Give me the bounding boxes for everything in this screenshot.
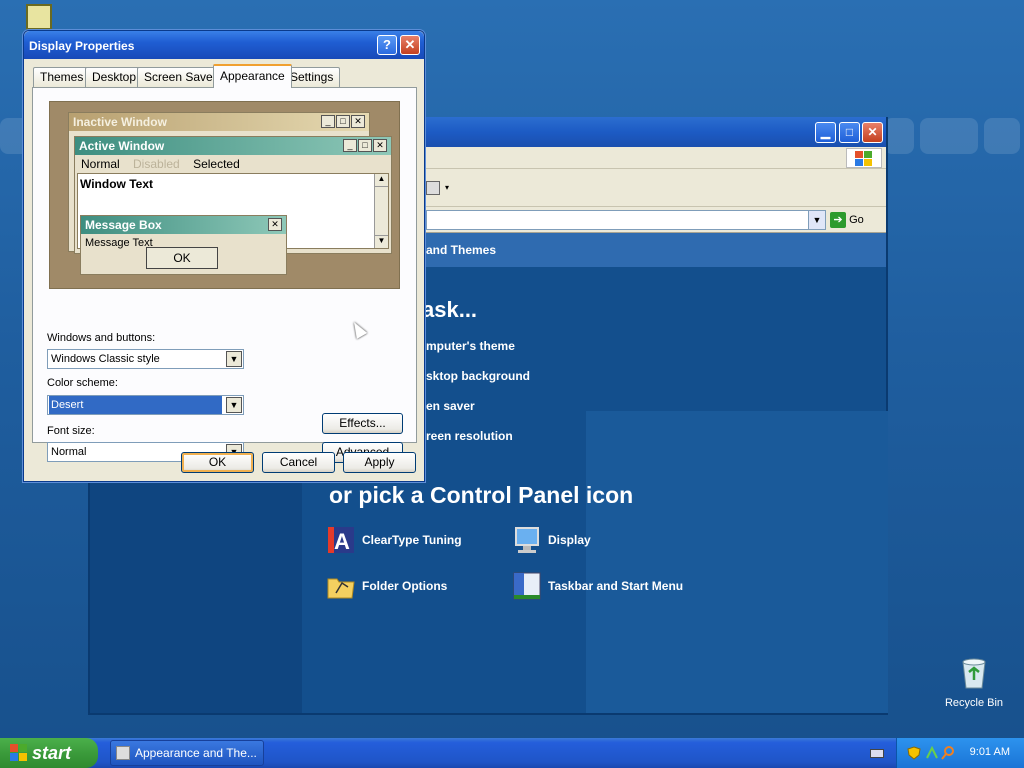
cp-item-label: Folder Options xyxy=(362,579,448,593)
preview-msgbox-titlebar: Message Box xyxy=(81,216,286,234)
pick-icon-heading: or pick a Control Panel icon xyxy=(329,482,634,508)
address-dropdown-button[interactable]: ▼ xyxy=(808,210,826,230)
cleartype-icon: A xyxy=(328,527,354,554)
pick-task-heading: ask... xyxy=(422,297,478,322)
taskbar-start-menu-icon xyxy=(513,572,541,600)
search-icon[interactable] xyxy=(941,746,955,760)
preview-menu-selected: Selected xyxy=(193,157,240,171)
cp-item-label: Taskbar and Start Menu xyxy=(548,579,684,593)
display-properties-dialog[interactable]: Display Properties ? ✕ Themes Desktop Sc… xyxy=(23,30,425,482)
security-shield-icon[interactable] xyxy=(907,746,921,760)
help-button[interactable]: ? xyxy=(377,35,397,55)
color-scheme-select[interactable]: Desert ▼ xyxy=(47,395,244,415)
dialog-close-button[interactable]: ✕ xyxy=(400,35,420,55)
task-link-resolution[interactable]: reen resolution xyxy=(426,429,513,443)
preview-window-text: Window Text xyxy=(80,177,153,191)
preview-msgbox-buttons: ✕ xyxy=(268,218,282,231)
dialog-title: Display Properties xyxy=(29,39,135,53)
category-title: and Themes xyxy=(426,243,497,257)
preview-active-buttons: _ □ ✕ xyxy=(343,139,387,152)
address-input[interactable] xyxy=(426,210,826,230)
chevron-down-icon[interactable]: ▼ xyxy=(226,351,242,367)
watermark xyxy=(586,411,888,713)
desktop-tile xyxy=(884,118,914,154)
cancel-button[interactable]: Cancel xyxy=(262,452,335,473)
views-icon[interactable] xyxy=(426,181,440,195)
meeting-icon xyxy=(26,4,52,30)
color-scheme-label: Color scheme: xyxy=(47,377,118,389)
chevron-down-icon[interactable]: ▼ xyxy=(226,397,242,413)
go-label: Go xyxy=(849,214,864,226)
recycle-bin-icon xyxy=(962,658,986,689)
desktop-icon-recycle-bin[interactable]: Recycle Bin xyxy=(940,656,1008,709)
preview-scrollbar: ▲ ▼ xyxy=(374,174,388,248)
keyboard-icon[interactable] xyxy=(870,749,884,758)
minimize-button[interactable]: ▁ xyxy=(815,122,836,143)
cp-item-display[interactable]: Display xyxy=(512,525,591,555)
folder-options-icon xyxy=(327,578,355,599)
windows-buttons-value: Windows Classic style xyxy=(51,353,160,365)
ok-button[interactable]: OK xyxy=(181,452,254,473)
go-button[interactable]: ➔ Go xyxy=(830,210,874,230)
windows-flag-icon xyxy=(10,744,28,762)
preview-message-box: Message Box ✕ Message Text OK xyxy=(80,215,287,275)
network-icon[interactable] xyxy=(925,746,939,760)
preview-active-title: Active Window xyxy=(79,139,165,153)
cp-item-label: Display xyxy=(548,533,591,547)
dialog-titlebar[interactable]: Display Properties ? ✕ xyxy=(24,31,424,59)
cp-item-cleartype[interactable]: A ClearType Tuning xyxy=(326,525,462,555)
tab-screen-saver[interactable]: Screen Saver xyxy=(137,67,224,87)
preview-menu-disabled: Disabled xyxy=(133,157,180,171)
color-scheme-value: Desert xyxy=(49,396,222,414)
appearance-panel: Inactive Window _ □ ✕ Active Window _ □ ✕ No… xyxy=(32,87,417,463)
preview-inactive-title: Inactive Window xyxy=(73,115,167,129)
cp-item-folder-options[interactable]: Folder Options xyxy=(326,571,447,601)
font-size-label: Font size: xyxy=(47,425,95,437)
preview-msgbox-title: Message Box xyxy=(85,218,162,232)
desktop-tile xyxy=(920,118,978,154)
taskbar-task-appearance[interactable]: Appearance and The... xyxy=(110,740,264,766)
effects-button[interactable]: Effects... xyxy=(322,413,403,434)
taskbar-task-label: Appearance and The... xyxy=(135,746,257,760)
font-size-value: Normal xyxy=(51,446,87,458)
windows-logo-icon xyxy=(846,148,882,168)
tab-desktop[interactable]: Desktop xyxy=(85,67,144,87)
cp-item-taskbar[interactable]: Taskbar and Start Menu xyxy=(512,571,683,601)
chevron-down-icon[interactable]: ▾ xyxy=(445,183,449,192)
go-arrow-icon: ➔ xyxy=(830,212,846,229)
preview-inactive-buttons: _ □ ✕ xyxy=(321,115,365,128)
windows-buttons-label: Windows and buttons: xyxy=(47,332,156,344)
desktop-tile xyxy=(984,118,1020,154)
windows-buttons-select[interactable]: Windows Classic style ▼ xyxy=(47,349,244,369)
start-label: start xyxy=(32,743,72,763)
apply-button[interactable]: Apply xyxy=(343,452,416,473)
close-button[interactable]: ✕ xyxy=(862,122,883,143)
taskbar: start Appearance and The... 9:01 AM xyxy=(0,738,1024,768)
preview-menu: Normal Disabled Selected xyxy=(75,155,391,173)
clock: 9:01 AM xyxy=(969,746,1010,758)
preview-ok-button: OK xyxy=(146,247,218,269)
task-link-theme[interactable]: mputer's theme xyxy=(426,339,515,353)
appearance-preview: Inactive Window _ □ ✕ Active Window _ □ ✕ No… xyxy=(49,101,400,289)
recycle-bin-label: Recycle Bin xyxy=(944,697,1004,709)
desktop-icon-meeting[interactable] xyxy=(24,4,54,30)
maximize-button[interactable]: □ xyxy=(839,122,860,143)
tab-appearance[interactable]: Appearance xyxy=(213,64,292,88)
task-link-background[interactable]: sktop background xyxy=(426,369,530,383)
task-link-screensaver[interactable]: en saver xyxy=(426,399,475,413)
svg-text:A: A xyxy=(334,529,350,554)
display-icon xyxy=(515,527,539,553)
preview-menu-normal: Normal xyxy=(81,157,120,171)
tab-themes[interactable]: Themes xyxy=(33,67,91,87)
control-panel-icon xyxy=(116,746,130,760)
system-tray: 9:01 AM xyxy=(896,738,1024,768)
cp-item-label: ClearType Tuning xyxy=(362,533,462,547)
start-button[interactable]: start xyxy=(0,738,98,768)
